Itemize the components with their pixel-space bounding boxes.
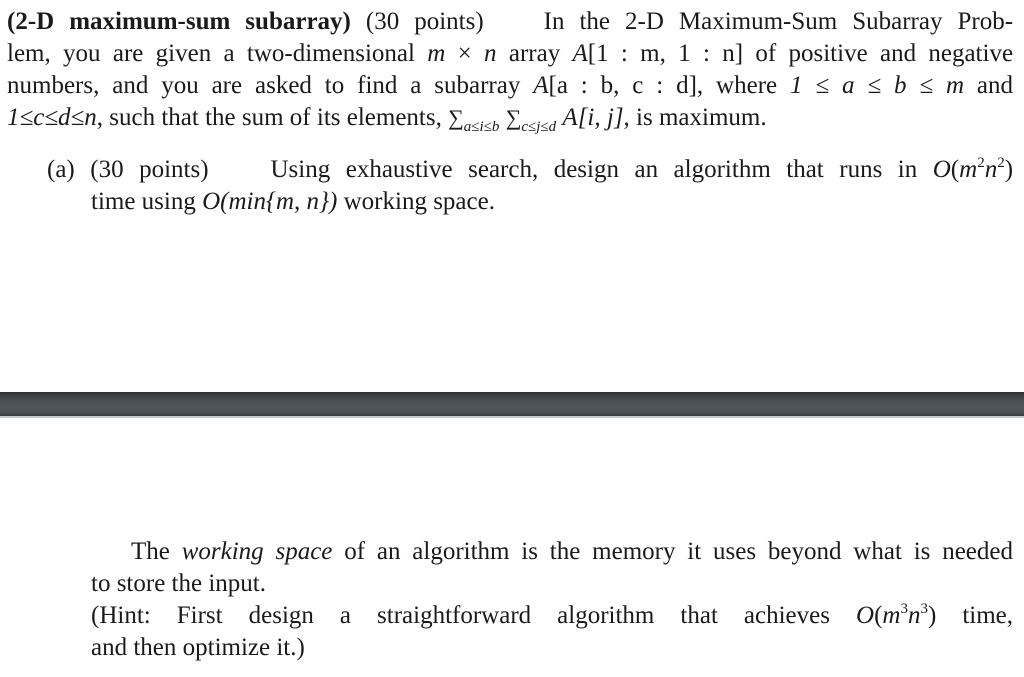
emphasis-working-space: working space	[181, 538, 333, 565]
part-a-points: (30 points)	[90, 156, 209, 183]
sum-symbol: ∑	[505, 105, 522, 130]
sum-symbol: ∑	[448, 105, 464, 130]
part-a-label: (a)	[47, 156, 75, 183]
page-divider-bar	[0, 392, 1024, 416]
complexity-expr: O(m2n2)	[932, 155, 1014, 184]
page-bottom: The working space of an algorithm is the…	[0, 418, 1024, 677]
problem-line-1: (2-D maximum-sum subarray) (30 points) I…	[7, 6, 1013, 38]
hint-line-1: (Hint: First design a straightforward al…	[91, 601, 1014, 630]
problem-points: (30 points)	[365, 8, 484, 35]
note-line-1: The working space of an algorithm is the…	[131, 538, 1013, 565]
page-top: (2-D maximum-sum subarray) (30 points) I…	[0, 0, 1024, 392]
problem-intro: In the 2-D Maximum-Sum Subarray Prob-	[543, 8, 1014, 35]
problem-line-2: lem, you are given a two-dimensional m ×…	[7, 40, 1014, 67]
problem-line-3: numbers, and you are asked to find a sub…	[7, 72, 1014, 99]
part-a-line-2: time using O(min{m, n}) working space.	[91, 188, 495, 215]
problem-line-4: 1≤c≤d≤n, such that the sum of its elemen…	[7, 104, 767, 135]
hint-complexity-expr: O(m3n3)	[856, 601, 937, 630]
note-line-2: to store the input.	[91, 570, 266, 597]
hint-line-2: and then optimize it.)	[91, 634, 305, 661]
part-a-line-1: (a) (30 points) Using exhaustive search,…	[47, 155, 1014, 184]
problem-title: (2-D maximum-sum subarray)	[7, 8, 351, 35]
